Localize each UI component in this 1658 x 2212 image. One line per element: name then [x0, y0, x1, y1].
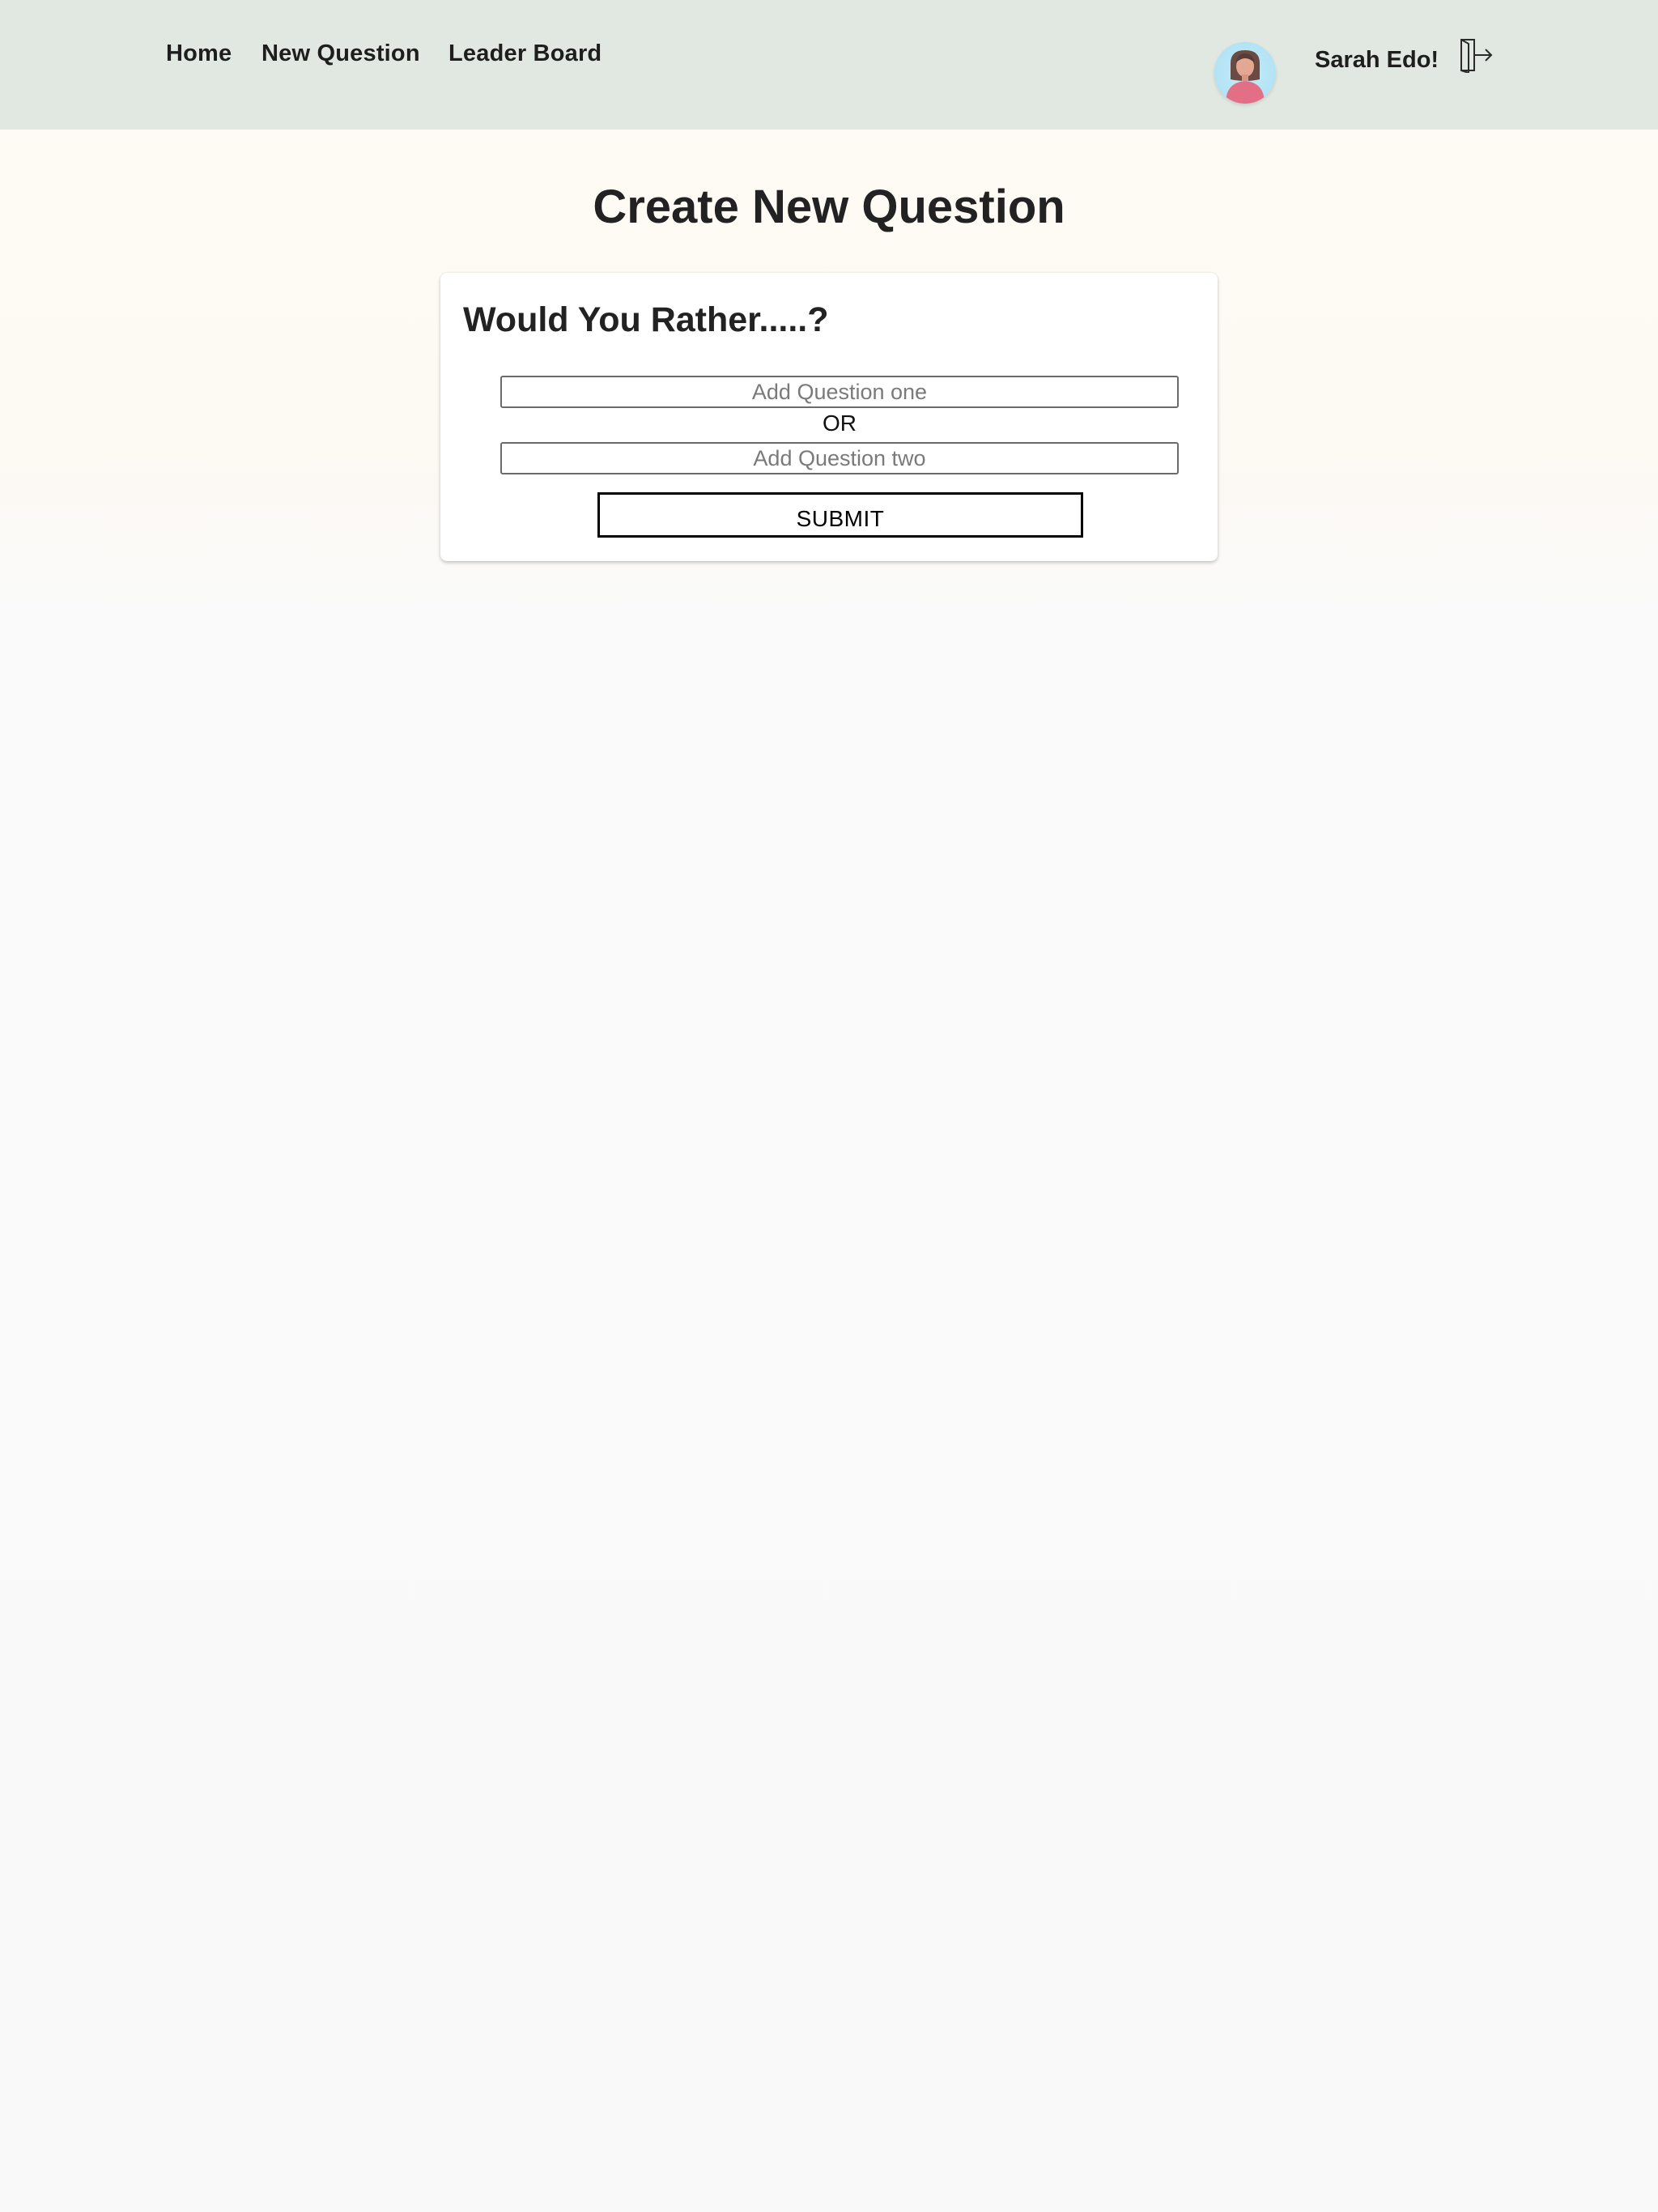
- card-heading: Would You Rather.....?: [463, 300, 829, 339]
- female-avatar-icon: [1226, 50, 1265, 104]
- nav-link-new-question[interactable]: New Question: [261, 40, 420, 67]
- user-greeting-name: Sarah Edo!: [1315, 47, 1439, 73]
- logout-door-icon[interactable]: [1459, 37, 1494, 73]
- user-avatar: [1214, 42, 1276, 104]
- option-one-input[interactable]: [500, 376, 1179, 408]
- submit-button[interactable]: SUBMIT: [597, 492, 1083, 538]
- nav-link-leader-board[interactable]: Leader Board: [449, 40, 602, 67]
- new-question-card: Would You Rather.....? OR SUBMIT: [440, 273, 1218, 561]
- option-two-input[interactable]: [500, 442, 1179, 474]
- or-separator: OR: [823, 410, 857, 436]
- top-navbar: Home New Question Leader Board Sarah Edo…: [0, 0, 1658, 130]
- page-title: Create New Question: [593, 181, 1065, 233]
- nav-link-home[interactable]: Home: [166, 40, 232, 67]
